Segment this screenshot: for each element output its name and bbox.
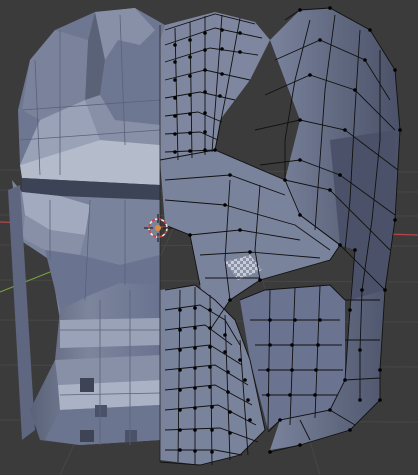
3d-viewport[interactable] bbox=[0, 0, 418, 475]
helmet-right-half[interactable] bbox=[159, 6, 402, 466]
viewport-canvas[interactable] bbox=[0, 0, 418, 475]
helmet-left-half[interactable] bbox=[8, 8, 165, 445]
